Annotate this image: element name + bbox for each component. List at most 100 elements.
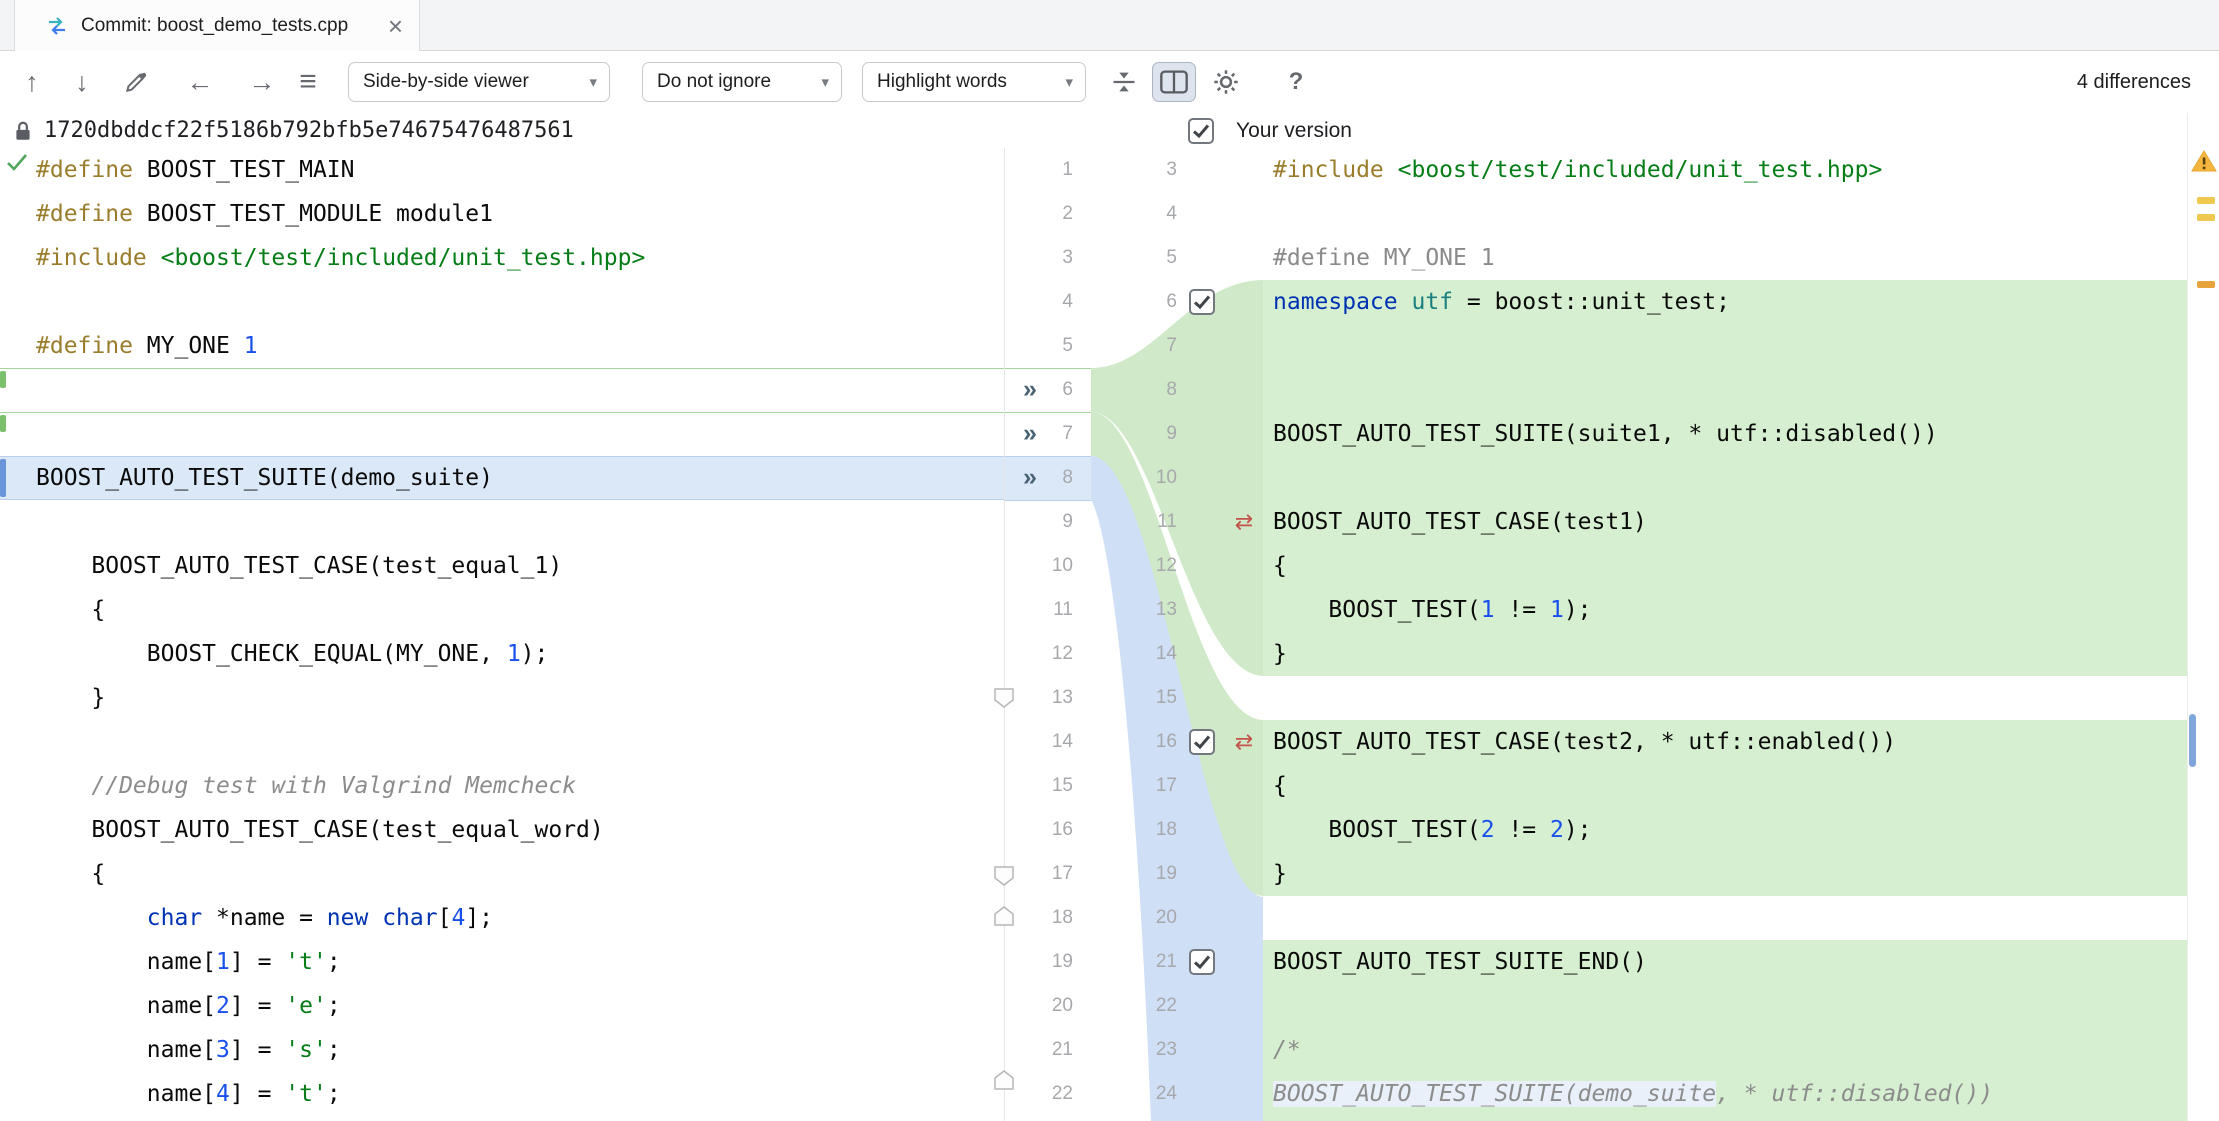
left-code-line-18[interactable]: char *name = new char[4]; (0, 896, 1004, 940)
left-line-number-4: 4 (1027, 280, 1073, 324)
chevron-down-icon: ▾ (821, 73, 829, 91)
left-line-number-19: 19 (1027, 940, 1073, 984)
include-change-checkbox-line-6[interactable] (1189, 289, 1215, 315)
left-code-line-16[interactable]: BOOST_AUTO_TEST_CASE(test_equal_word) (0, 808, 1004, 852)
left-code-line-7[interactable] (0, 412, 1004, 456)
warning-stripe-mark[interactable] (2197, 214, 2215, 221)
left-code-line-8[interactable]: BOOST_AUTO_TEST_SUITE(demo_suite) (0, 456, 1004, 500)
replace-arrows-icon-line-16: ⇄ (1227, 720, 1261, 764)
left-code-line-4[interactable] (0, 280, 1004, 324)
apply-change-chevron-line-7[interactable]: » (1015, 412, 1045, 456)
back-button[interactable]: ← (184, 63, 216, 101)
left-code-line-11[interactable]: { (0, 588, 1004, 632)
right-code-line-15[interactable] (1263, 676, 2187, 720)
tab-commit-diff[interactable]: Commit: boost_demo_tests.cpp × (14, 0, 420, 51)
right-code-line-17[interactable]: { (1263, 764, 2187, 808)
left-change-mark-selected (0, 459, 6, 497)
diff-viewer-window: Commit: boost_demo_tests.cpp × ↑ ↓ ← → ≡… (0, 0, 2219, 1121)
left-line-number-16: 16 (1027, 808, 1073, 852)
right-code-line-10[interactable] (1263, 456, 2187, 500)
warning-triangle-icon[interactable] (2191, 149, 2217, 178)
previous-difference-button[interactable]: ↑ (16, 63, 48, 101)
editor-settings-menu-icon[interactable]: ≡ (292, 63, 324, 101)
right-line-number-9: 9 (1105, 412, 1177, 456)
fold-marker (994, 906, 1014, 926)
left-code-line-2[interactable]: #define BOOST_TEST_MODULE module1 (0, 192, 1004, 236)
diff-gutter: 1234567891011121314151617181920212234567… (1004, 148, 1263, 1121)
added-block-filler (1263, 1116, 2187, 1121)
left-code-line-22[interactable]: name[4] = 't'; (0, 1072, 1004, 1116)
include-change-checkbox-line-16[interactable] (1189, 729, 1215, 755)
right-line-number-6: 6 (1105, 280, 1177, 324)
right-code-line-16[interactable]: BOOST_AUTO_TEST_CASE(test2, * utf::enabl… (1263, 720, 2187, 764)
right-code-line-3[interactable]: #include <boost/test/included/unit_test.… (1263, 148, 2187, 192)
right-code-line-9[interactable]: BOOST_AUTO_TEST_SUITE(suite1, * utf::dis… (1263, 412, 2187, 456)
right-code-line-23[interactable]: /* (1263, 1028, 2187, 1072)
include-all-changes-checkbox[interactable] (1188, 118, 1214, 144)
left-code-line-19[interactable]: name[1] = 't'; (0, 940, 1004, 984)
left-code-line-20[interactable]: name[2] = 'e'; (0, 984, 1004, 1028)
right-code-line-4[interactable] (1263, 192, 2187, 236)
next-difference-button[interactable]: ↓ (66, 63, 98, 101)
chevron-down-icon: ▾ (589, 73, 597, 91)
right-code-line-18[interactable]: BOOST_TEST(2 != 2); (1263, 808, 2187, 852)
tab-close-icon[interactable]: × (388, 13, 403, 39)
left-code-line-15[interactable]: //Debug test with Valgrind Memcheck (0, 764, 1004, 808)
left-code-line-1[interactable]: #define BOOST_TEST_MAIN (0, 148, 1004, 192)
right-code-line-11[interactable]: BOOST_AUTO_TEST_CASE(test1) (1263, 500, 2187, 544)
your-version-label: Your version (1236, 119, 1352, 143)
warning-stripe-mark[interactable] (2197, 281, 2215, 288)
scrollbar-thumb[interactable] (2189, 714, 2196, 767)
right-code-line-6[interactable]: namespace utf = boost::unit_test; (1263, 280, 2187, 324)
right-line-number-16: 16 (1105, 720, 1177, 764)
left-code-line-12[interactable]: BOOST_CHECK_EQUAL(MY_ONE, 1); (0, 632, 1004, 676)
viewer-mode-select[interactable]: Side-by-side viewer ▾ (348, 62, 610, 102)
left-line-number-2: 2 (1027, 192, 1073, 236)
right-code-line-21[interactable]: BOOST_AUTO_TEST_SUITE_END() (1263, 940, 2187, 984)
right-code-line-8[interactable] (1263, 368, 2187, 412)
tab-title: Commit: boost_demo_tests.cpp (81, 15, 348, 37)
left-code-line-6[interactable] (0, 368, 1004, 412)
collapse-unchanged-button[interactable] (1106, 63, 1142, 101)
left-code-line-17[interactable]: { (0, 852, 1004, 896)
edit-source-button[interactable] (120, 63, 152, 101)
right-line-number-20: 20 (1105, 896, 1177, 940)
fold-marker (994, 1070, 1014, 1090)
right-code-line-12[interactable]: { (1263, 544, 2187, 588)
warning-stripe-mark[interactable] (2197, 197, 2215, 204)
left-code-pane[interactable]: #define BOOST_TEST_MAIN#define BOOST_TES… (0, 148, 1004, 1121)
your-version-header: Your version (1188, 113, 1352, 148)
left-line-number-11: 11 (1027, 588, 1073, 632)
right-line-number-4: 4 (1105, 192, 1177, 236)
lock-icon (14, 120, 32, 142)
right-code-line-5[interactable]: #define MY_ONE 1 (1263, 236, 2187, 280)
right-line-number-18: 18 (1105, 808, 1177, 852)
left-code-line-14[interactable] (0, 720, 1004, 764)
right-line-number-22: 22 (1105, 984, 1177, 1028)
gear-icon[interactable] (1208, 63, 1244, 101)
left-code-line-3[interactable]: #include <boost/test/included/unit_test.… (0, 236, 1004, 280)
left-code-line-10[interactable]: BOOST_AUTO_TEST_CASE(test_equal_1) (0, 544, 1004, 588)
right-code-line-7[interactable] (1263, 324, 2187, 368)
side-by-side-layout-toggle[interactable] (1152, 62, 1196, 102)
left-code-line-9[interactable] (0, 500, 1004, 544)
right-code-line-13[interactable]: BOOST_TEST(1 != 1); (1263, 588, 2187, 632)
right-code-pane[interactable]: #include <boost/test/included/unit_test.… (1263, 148, 2187, 1121)
right-code-line-14[interactable]: } (1263, 632, 2187, 676)
help-button[interactable]: ? (1280, 63, 1312, 101)
right-code-line-24[interactable]: BOOST_AUTO_TEST_SUITE(demo_suite, * utf:… (1263, 1072, 2187, 1116)
left-code-line-21[interactable]: name[3] = 's'; (0, 1028, 1004, 1072)
right-code-line-22[interactable] (1263, 984, 2187, 1028)
include-change-checkbox-line-21[interactable] (1189, 949, 1215, 975)
highlight-mode-select[interactable]: Highlight words ▾ (862, 62, 1086, 102)
apply-change-chevron-line-6[interactable]: » (1015, 368, 1045, 412)
right-code-line-19[interactable]: } (1263, 852, 2187, 896)
chevron-down-icon: ▾ (1065, 73, 1073, 91)
forward-button[interactable]: → (246, 63, 278, 101)
fold-marker (994, 688, 1014, 708)
left-code-line-5[interactable]: #define MY_ONE 1 (0, 324, 1004, 368)
ignore-policy-select[interactable]: Do not ignore ▾ (642, 62, 842, 102)
right-code-line-20[interactable] (1263, 896, 2187, 940)
left-code-line-13[interactable]: } (0, 676, 1004, 720)
apply-change-chevron-line-8[interactable]: » (1015, 456, 1045, 500)
